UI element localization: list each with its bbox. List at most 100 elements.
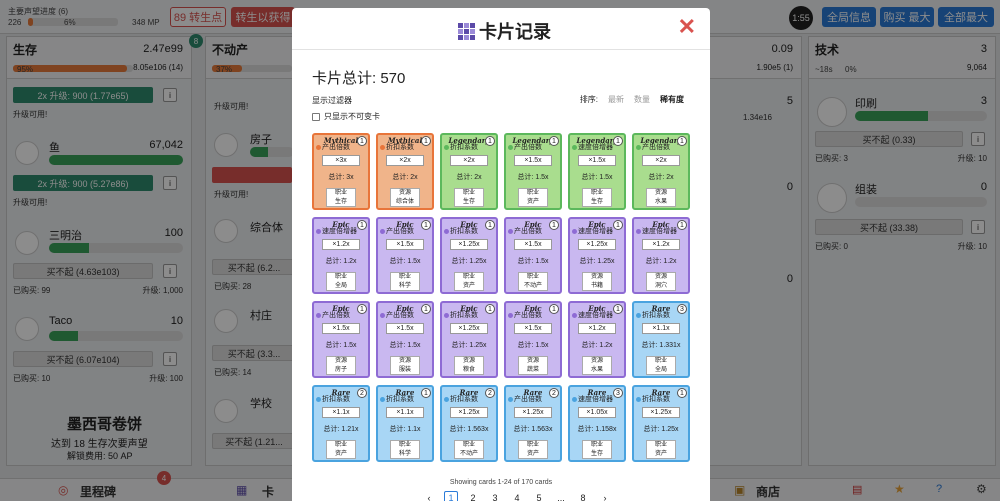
card-target: 职业 资产 — [646, 440, 676, 459]
card-target: 职业 生存 — [326, 188, 356, 207]
page-4[interactable]: 4 — [510, 491, 524, 501]
card-quantity: 1 — [357, 136, 367, 146]
card-target: 职业 科学 — [390, 272, 420, 291]
card-rare[interactable]: Rare 2 产出倍数 ×1.25x 总计: 1.563x 职业 资产 — [504, 385, 562, 462]
card-target-type: 职业 — [398, 274, 411, 280]
effect-icon — [508, 145, 513, 150]
card-target-name: 服装 — [398, 367, 411, 373]
card-effect: 产出倍数 — [508, 144, 542, 151]
card-rare[interactable]: Rare 3 速度倍增器 ×1.05x 总计: 1.158x 职业 生存 — [568, 385, 626, 462]
card-effect-name: 折扣系数 — [642, 396, 670, 403]
sort-newest[interactable]: 最新 — [608, 94, 624, 105]
card-target-type: 职业 — [334, 190, 347, 196]
card-target-type: 职业 — [526, 190, 539, 196]
card-multiplier: ×1.25x — [578, 239, 616, 250]
card-effect: 折扣系数 — [316, 396, 350, 403]
card-multiplier: ×1.5x — [514, 323, 552, 334]
card-target-name: 全局 — [654, 367, 667, 373]
card-effect: 折扣系数 — [444, 228, 478, 235]
card-target-type: 职业 — [590, 190, 603, 196]
card-epic[interactable]: Epic 1 折扣系数 ×1.25x 总计: 1.25x 职业 资产 — [440, 217, 498, 294]
card-effect: 产出倍数 — [316, 312, 350, 319]
page-5[interactable]: 5 — [532, 491, 546, 501]
card-target-name: 生存 — [334, 199, 347, 205]
card-target-name: 综合体 — [395, 199, 414, 205]
effect-icon — [380, 397, 385, 402]
card-epic[interactable]: Epic 1 速度倍增器 ×1.2x 总计: 1.2x 职业 全局 — [312, 217, 370, 294]
card-effect-name: 速度倍增器 — [578, 312, 613, 319]
card-multiplier: ×1.5x — [514, 239, 552, 250]
card-legendary[interactable]: Legendary 1 产出倍数 ×1.5x 总计: 1.5x 职业 资产 — [504, 133, 562, 210]
page-next[interactable]: › — [598, 491, 612, 501]
card-target-type: 资源 — [526, 358, 539, 364]
card-rare[interactable]: Rare 1 折扣系数 ×1.1x 总计: 1.1x 职业 科学 — [376, 385, 434, 462]
checkbox[interactable] — [312, 112, 320, 121]
card-multiplier: ×2x — [386, 155, 424, 166]
page-prev[interactable]: ‹ — [422, 491, 436, 501]
card-epic[interactable]: Epic 1 速度倍增器 ×1.25x 总计: 1.25x 资源 书籍 — [568, 217, 626, 294]
card-epic[interactable]: Epic 1 产出倍数 ×1.5x 总计: 1.5x 职业 科学 — [376, 217, 434, 294]
page-1[interactable]: 1 — [444, 491, 458, 501]
card-target-type: 职业 — [526, 274, 539, 280]
card-effect: 折扣系数 — [636, 396, 670, 403]
page-2[interactable]: 2 — [466, 491, 480, 501]
card-multiplier: ×1.1x — [642, 323, 680, 334]
card-rare[interactable]: Rare 2 折扣系数 ×1.25x 总计: 1.563x 职业 不动产 — [440, 385, 498, 462]
card-target: 资源 书籍 — [582, 272, 612, 291]
card-multiplier: ×2x — [642, 155, 680, 166]
sort-options: 排序: 最新 数量 稀有度 — [580, 94, 684, 105]
card-target-type: 资源 — [654, 190, 667, 196]
card-quantity: 1 — [549, 304, 559, 314]
card-target-type: 职业 — [334, 442, 347, 448]
card-effect-name: 折扣系数 — [386, 144, 414, 151]
sort-rarity[interactable]: 稀有度 — [660, 94, 684, 105]
card-rare[interactable]: Rare 2 折扣系数 ×1.1x 总计: 1.21x 职业 资产 — [312, 385, 370, 462]
card-total: 总计: 2x — [456, 174, 482, 181]
card-mythical[interactable]: Mythical 1 折扣系数 ×2x 总计: 2x 资源 综合体 — [376, 133, 434, 210]
card-effect-name: 折扣系数 — [450, 396, 478, 403]
card-mythical[interactable]: Mythical 1 产出倍数 ×3x 总计: 3x 职业 生存 — [312, 133, 370, 210]
card-target-name: 生存 — [462, 199, 475, 205]
card-quantity: 1 — [613, 136, 623, 146]
card-total: 总计: 1.5x — [517, 174, 549, 181]
card-epic[interactable]: Epic 1 产出倍数 ×1.5x 总计: 1.5x 资源 服装 — [376, 301, 434, 378]
card-total: 总计: 1.25x — [451, 342, 487, 349]
sort-quantity[interactable]: 数量 — [634, 94, 650, 105]
show-filter-toggle[interactable]: 显示过滤器 — [312, 95, 352, 106]
card-epic[interactable]: Epic 1 速度倍增器 ×1.2x 总计: 1.2x 资源 水果 — [568, 301, 626, 378]
card-legendary[interactable]: Legendary 1 速度倍增器 ×1.5x 总计: 1.5x 职业 生存 — [568, 133, 626, 210]
card-legendary[interactable]: Legendary 1 产出倍数 ×2x 总计: 2x 资源 水果 — [632, 133, 690, 210]
card-legendary[interactable]: Legendary 1 折扣系数 ×2x 总计: 2x 职业 生存 — [440, 133, 498, 210]
card-total: 总计: 1.331x — [641, 342, 681, 349]
page-8[interactable]: 8 — [576, 491, 590, 501]
card-effect-name: 产出倍数 — [322, 144, 350, 151]
close-icon[interactable]: ✕ — [678, 14, 696, 40]
card-quantity: 1 — [613, 304, 623, 314]
page-3[interactable]: 3 — [488, 491, 502, 501]
card-total: 总计: 1.5x — [581, 174, 613, 181]
modal-title: 卡片记录 — [458, 18, 551, 44]
card-rare[interactable]: Rare 1 折扣系数 ×1.25x 总计: 1.25x 职业 资产 — [632, 385, 690, 462]
card-rare[interactable]: Rare 3 折扣系数 ×1.1x 总计: 1.331x 职业 全局 — [632, 301, 690, 378]
card-effect: 折扣系数 — [380, 144, 414, 151]
card-target-name: 不动产 — [459, 451, 478, 457]
immutable-filter[interactable]: 只显示不可变卡 — [312, 111, 380, 122]
card-multiplier: ×1.5x — [386, 239, 424, 250]
card-effect-name: 速度倍增器 — [642, 228, 677, 235]
card-epic[interactable]: Epic 1 产出倍数 ×1.5x 总计: 1.5x 资源 蔬菜 — [504, 301, 562, 378]
card-target: 职业 全局 — [646, 356, 676, 375]
card-epic[interactable]: Epic 1 产出倍数 ×1.5x 总计: 1.5x 职业 不动产 — [504, 217, 562, 294]
card-effect: 折扣系数 — [444, 396, 478, 403]
effect-icon — [636, 397, 641, 402]
card-effect-name: 折扣系数 — [386, 396, 414, 403]
card-epic[interactable]: Epic 1 产出倍数 ×1.5x 总计: 1.5x 资源 房子 — [312, 301, 370, 378]
card-target: 职业 生存 — [582, 440, 612, 459]
card-target-type: 资源 — [654, 274, 667, 280]
card-effect: 速度倍增器 — [572, 228, 613, 235]
pagination: ‹ 1 2 3 4 5... 8 › — [422, 491, 612, 501]
card-epic[interactable]: Epic 1 速度倍增器 ×1.2x 总计: 1.2x 资源 洞穴 — [632, 217, 690, 294]
card-effect-name: 产出倍数 — [514, 144, 542, 151]
card-multiplier: ×1.25x — [450, 239, 488, 250]
modal-header: 卡片记录 ✕ — [292, 8, 710, 50]
card-epic[interactable]: Epic 1 折扣系数 ×1.25x 总计: 1.25x 资源 粮食 — [440, 301, 498, 378]
